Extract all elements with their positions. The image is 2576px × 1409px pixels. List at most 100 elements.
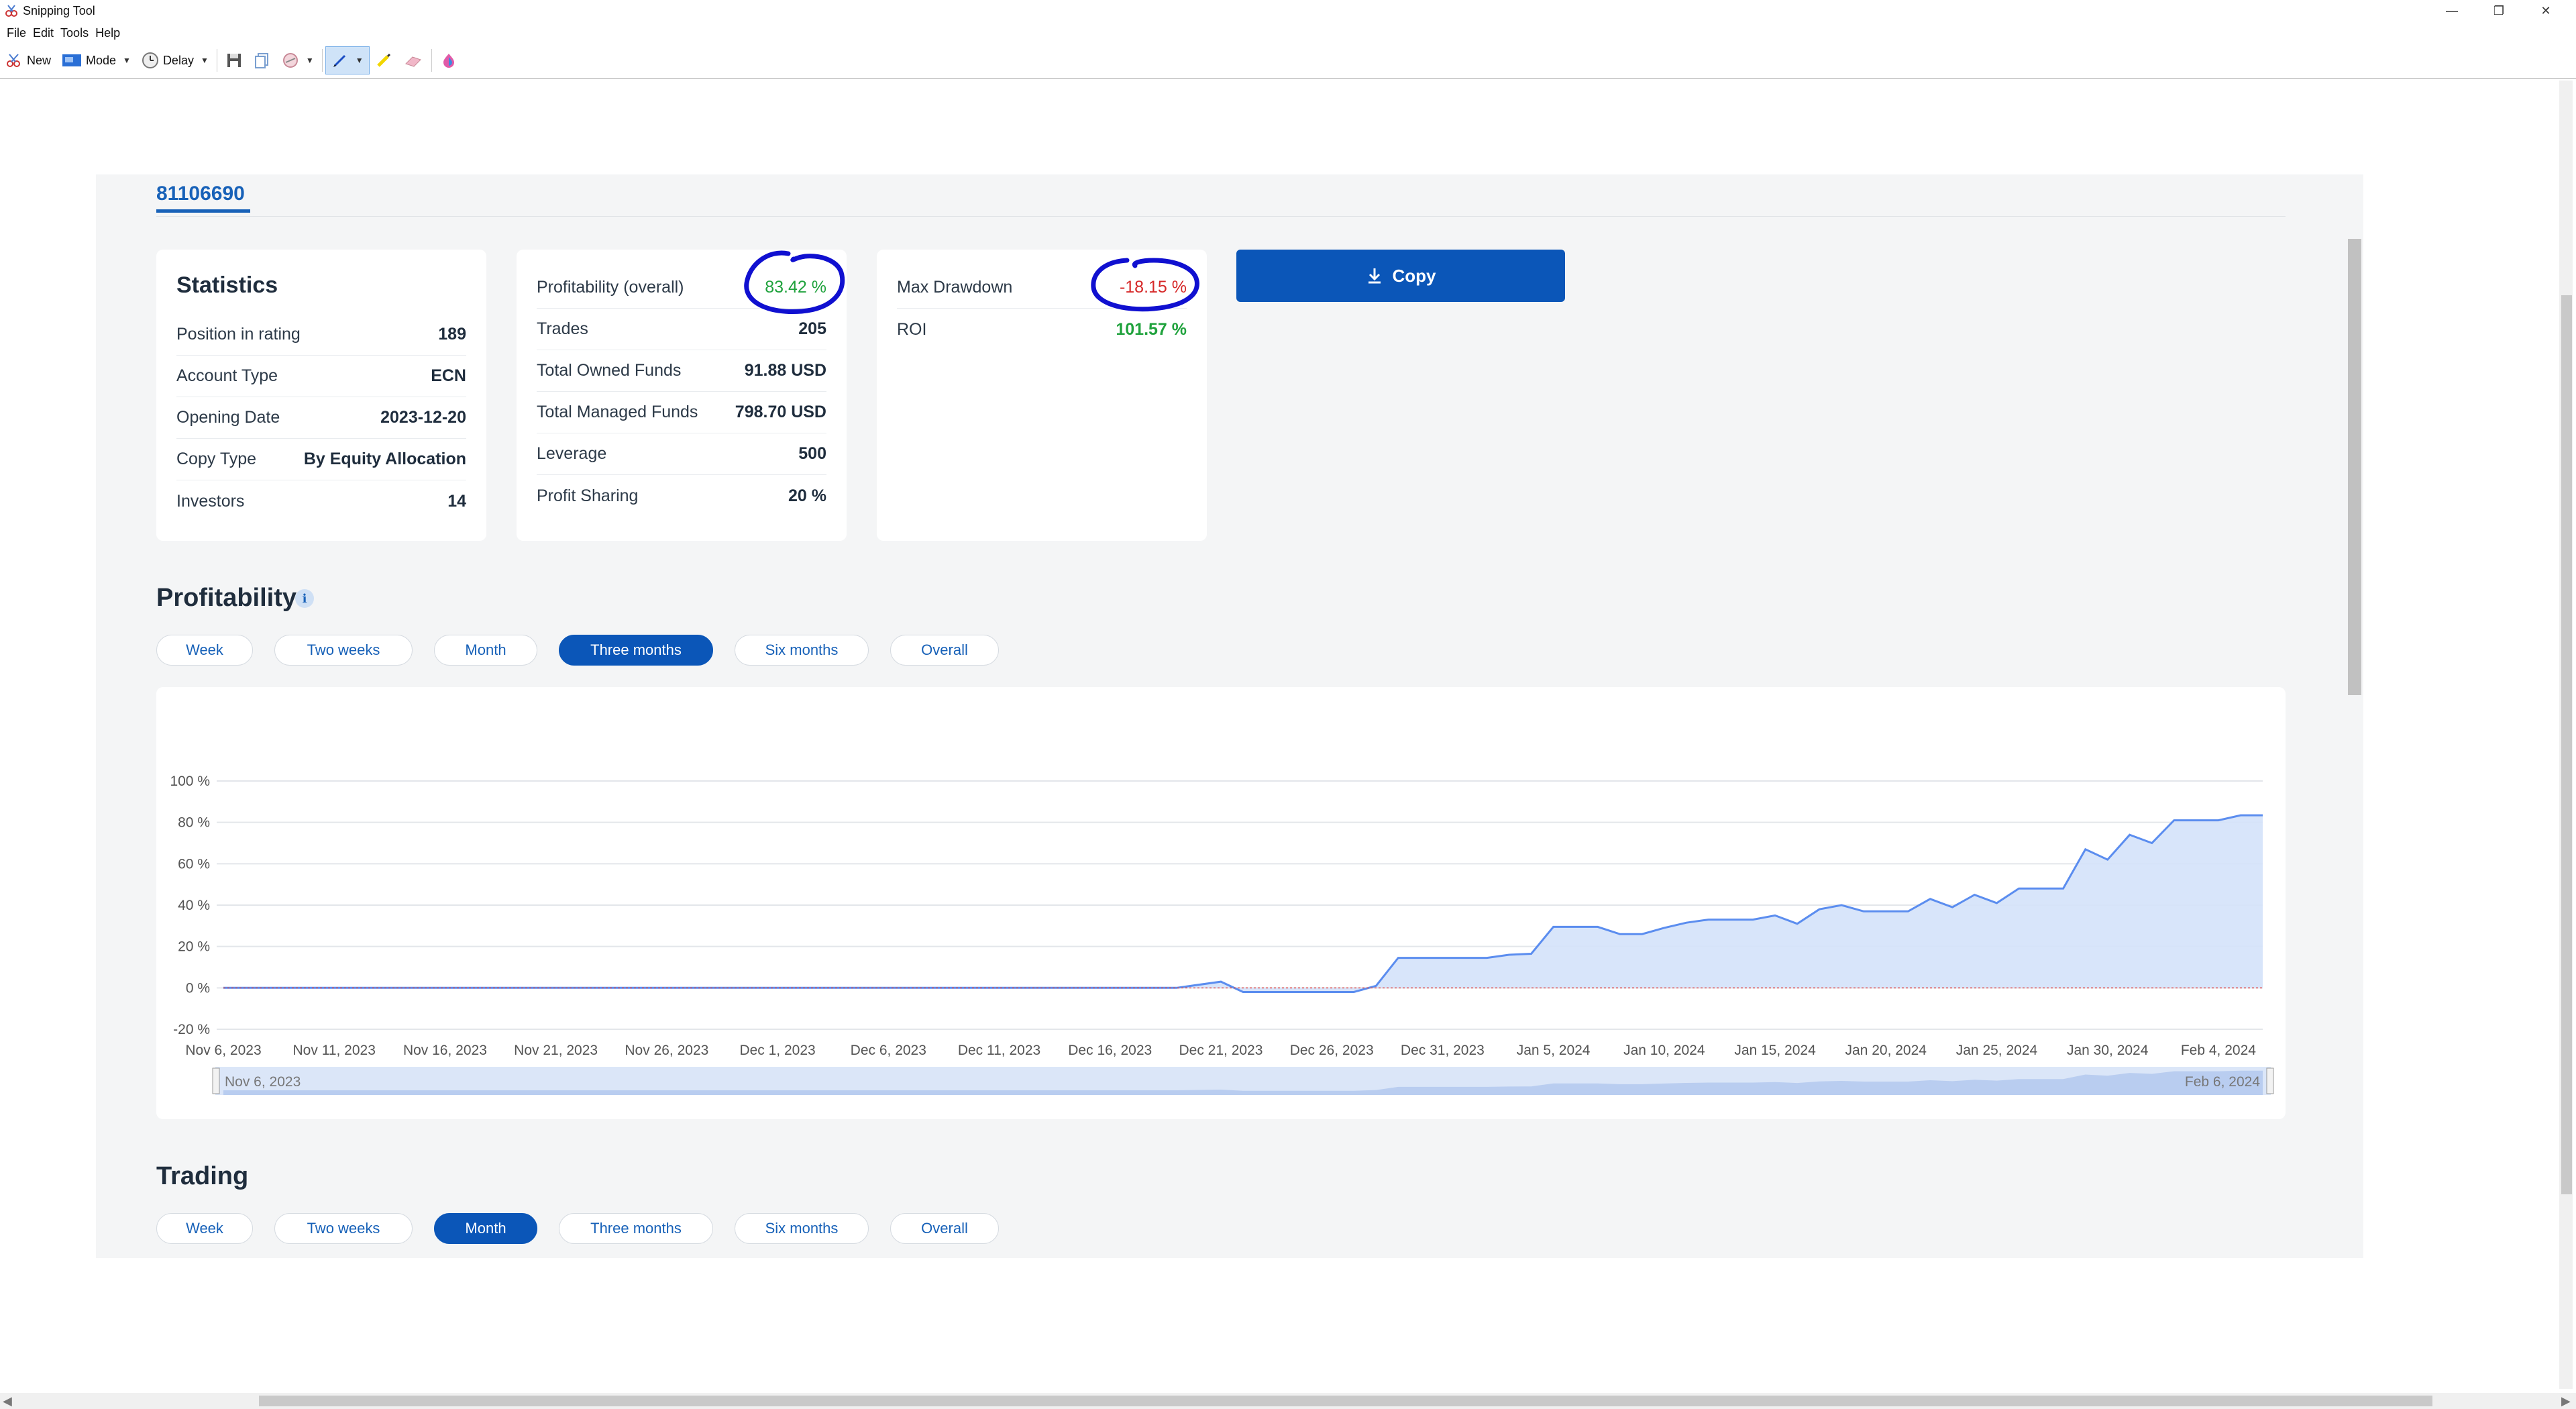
- profit-label: Total Owned Funds: [537, 361, 682, 380]
- copy-snip-button[interactable]: [248, 46, 276, 74]
- profit-label: Profit Sharing: [537, 486, 639, 505]
- x-tick-label: Feb 4, 2024: [2181, 1043, 2256, 1058]
- x-tick-label: Nov 16, 2023: [403, 1043, 487, 1058]
- profit-row: Total Managed Funds 798.70 USD: [537, 392, 826, 433]
- trading-section-title: Trading: [156, 1162, 249, 1190]
- trading-period-six-months[interactable]: Six months: [735, 1213, 869, 1244]
- x-tick-label: Dec 6, 2023: [851, 1043, 926, 1058]
- profit-row: Profitability (overall) 83.42 %: [537, 267, 826, 309]
- navigator-start-label: Nov 6, 2023: [225, 1074, 301, 1090]
- trading-period-week[interactable]: Week: [156, 1213, 253, 1244]
- info-icon[interactable]: i: [295, 589, 314, 608]
- chevron-down-icon[interactable]: ▼: [356, 56, 364, 65]
- period-three-months[interactable]: Three months: [559, 635, 713, 666]
- x-tick-label: Dec 21, 2023: [1179, 1043, 1263, 1058]
- mode-label: Mode: [86, 53, 117, 67]
- save-button[interactable]: [220, 46, 248, 74]
- window-title: Snipping Tool: [23, 3, 95, 17]
- x-tick-label: Jan 5, 2024: [1517, 1043, 1591, 1058]
- account-number-tab[interactable]: 81106690: [156, 182, 245, 205]
- navigator-left-handle[interactable]: [212, 1067, 220, 1094]
- statistics-title: Statistics: [176, 272, 278, 298]
- paint3d-button[interactable]: [435, 46, 463, 74]
- delay-button[interactable]: Delay ▼: [136, 46, 214, 74]
- profit-label: Profitability (overall): [537, 278, 684, 297]
- minimize-button[interactable]: —: [2428, 0, 2475, 21]
- page-scrollbar-thumb[interactable]: [2348, 239, 2361, 695]
- stat-label: Copy Type: [176, 450, 257, 468]
- stat-label: Position in rating: [176, 325, 301, 344]
- eraser-button[interactable]: [398, 46, 429, 74]
- pen-button[interactable]: ▼: [325, 46, 370, 74]
- active-tab-indicator: [156, 209, 250, 213]
- toolbar: New Mode ▼ Delay ▼ ▼ ▼: [0, 43, 2576, 79]
- horizontal-scrollbar-thumb[interactable]: [259, 1396, 2432, 1406]
- highlighter-button[interactable]: [370, 46, 398, 74]
- roi-value: 101.57 %: [1116, 319, 1187, 339]
- y-tick-label: 20 %: [178, 939, 210, 955]
- x-tick-label: Dec 1, 2023: [739, 1043, 815, 1058]
- new-label: New: [27, 53, 52, 67]
- period-six-months[interactable]: Six months: [735, 635, 869, 666]
- max-drawdown-value: -18.15 %: [1119, 278, 1187, 297]
- send-snip-button[interactable]: ▼: [276, 46, 319, 74]
- profit-value: 91.88 USD: [744, 361, 826, 380]
- scroll-left-arrow-icon[interactable]: ◀: [3, 1394, 12, 1408]
- x-tick-label: Dec 16, 2023: [1068, 1043, 1152, 1058]
- stat-label: Account Type: [176, 366, 278, 385]
- menu-help[interactable]: Help: [95, 26, 120, 40]
- vertical-scrollbar-thumb[interactable]: [2561, 295, 2572, 1194]
- scroll-right-arrow-icon[interactable]: ▶: [2561, 1394, 2571, 1408]
- navigator-right-handle[interactable]: [2266, 1067, 2274, 1094]
- period-week[interactable]: Week: [156, 635, 253, 666]
- y-tick-label: 40 %: [178, 898, 210, 913]
- y-tick-label: -20 %: [173, 1022, 210, 1037]
- chevron-down-icon[interactable]: ▼: [201, 56, 209, 65]
- title-bar: Snipping Tool — ❐ ✕: [0, 0, 2576, 21]
- copy-button-label: Copy: [1392, 265, 1436, 286]
- menu-tools[interactable]: Tools: [60, 26, 89, 40]
- profitability-overall-value: 83.42 %: [765, 278, 826, 297]
- stat-value: 2023-12-20: [380, 408, 466, 427]
- close-button[interactable]: ✕: [2522, 0, 2569, 21]
- x-tick-label: Dec 31, 2023: [1401, 1043, 1485, 1058]
- profit-label: Trades: [537, 319, 588, 338]
- roi-label: ROI: [897, 319, 927, 339]
- pen-icon: [333, 54, 345, 67]
- chevron-down-icon[interactable]: ▼: [306, 56, 314, 65]
- trading-period-month[interactable]: Month: [434, 1213, 537, 1244]
- stat-row: Position in rating 189: [176, 314, 466, 356]
- x-tick-label: Dec 11, 2023: [958, 1043, 1040, 1058]
- profitability-chart-card: 100 % 80 % 60 % 40 % 20 % 0 % -20 % Nov 6, 202…: [156, 687, 2286, 1119]
- chevron-down-icon[interactable]: ▼: [123, 56, 131, 65]
- restore-button[interactable]: ❐: [2475, 0, 2522, 21]
- toolbar-separator: [431, 49, 432, 72]
- stat-label: Investors: [176, 491, 245, 511]
- stat-row: Opening Date 2023-12-20: [176, 397, 466, 439]
- profit-value: 20 %: [788, 486, 826, 505]
- period-overall[interactable]: Overall: [890, 635, 999, 666]
- mode-button[interactable]: Mode ▼: [56, 46, 136, 74]
- roi-row: ROI 101.57 %: [897, 309, 1187, 350]
- y-tick-label: 60 %: [178, 856, 210, 872]
- profit-row: Leverage 500: [537, 433, 826, 475]
- profitability-chart[interactable]: 100 % 80 % 60 % 40 % 20 % 0 % -20 % Nov 6, 202…: [156, 687, 2286, 1119]
- period-month[interactable]: Month: [434, 635, 537, 666]
- x-tick-label: Jan 30, 2024: [2067, 1043, 2149, 1058]
- menu-file[interactable]: File: [7, 26, 26, 40]
- x-tick-label: Nov 26, 2023: [625, 1043, 708, 1058]
- trading-period-three-months[interactable]: Three months: [559, 1213, 713, 1244]
- x-tick-label: Jan 15, 2024: [1734, 1043, 1816, 1058]
- trading-period-overall[interactable]: Overall: [890, 1213, 999, 1244]
- menu-edit[interactable]: Edit: [33, 26, 54, 40]
- statistics-card: Statistics Position in rating 189 Accoun…: [156, 250, 486, 541]
- toolbar-separator: [321, 49, 323, 72]
- stat-row: Investors 14: [176, 480, 466, 522]
- trading-period-two-weeks[interactable]: Two weeks: [274, 1213, 413, 1244]
- copy-button[interactable]: Copy: [1236, 250, 1565, 302]
- period-two-weeks[interactable]: Two weeks: [274, 635, 413, 666]
- tab-divider: [156, 216, 2286, 217]
- new-snip-button[interactable]: New: [0, 46, 56, 74]
- profit-value: 500: [798, 444, 826, 463]
- drawdown-label: Max Drawdown: [897, 278, 1013, 297]
